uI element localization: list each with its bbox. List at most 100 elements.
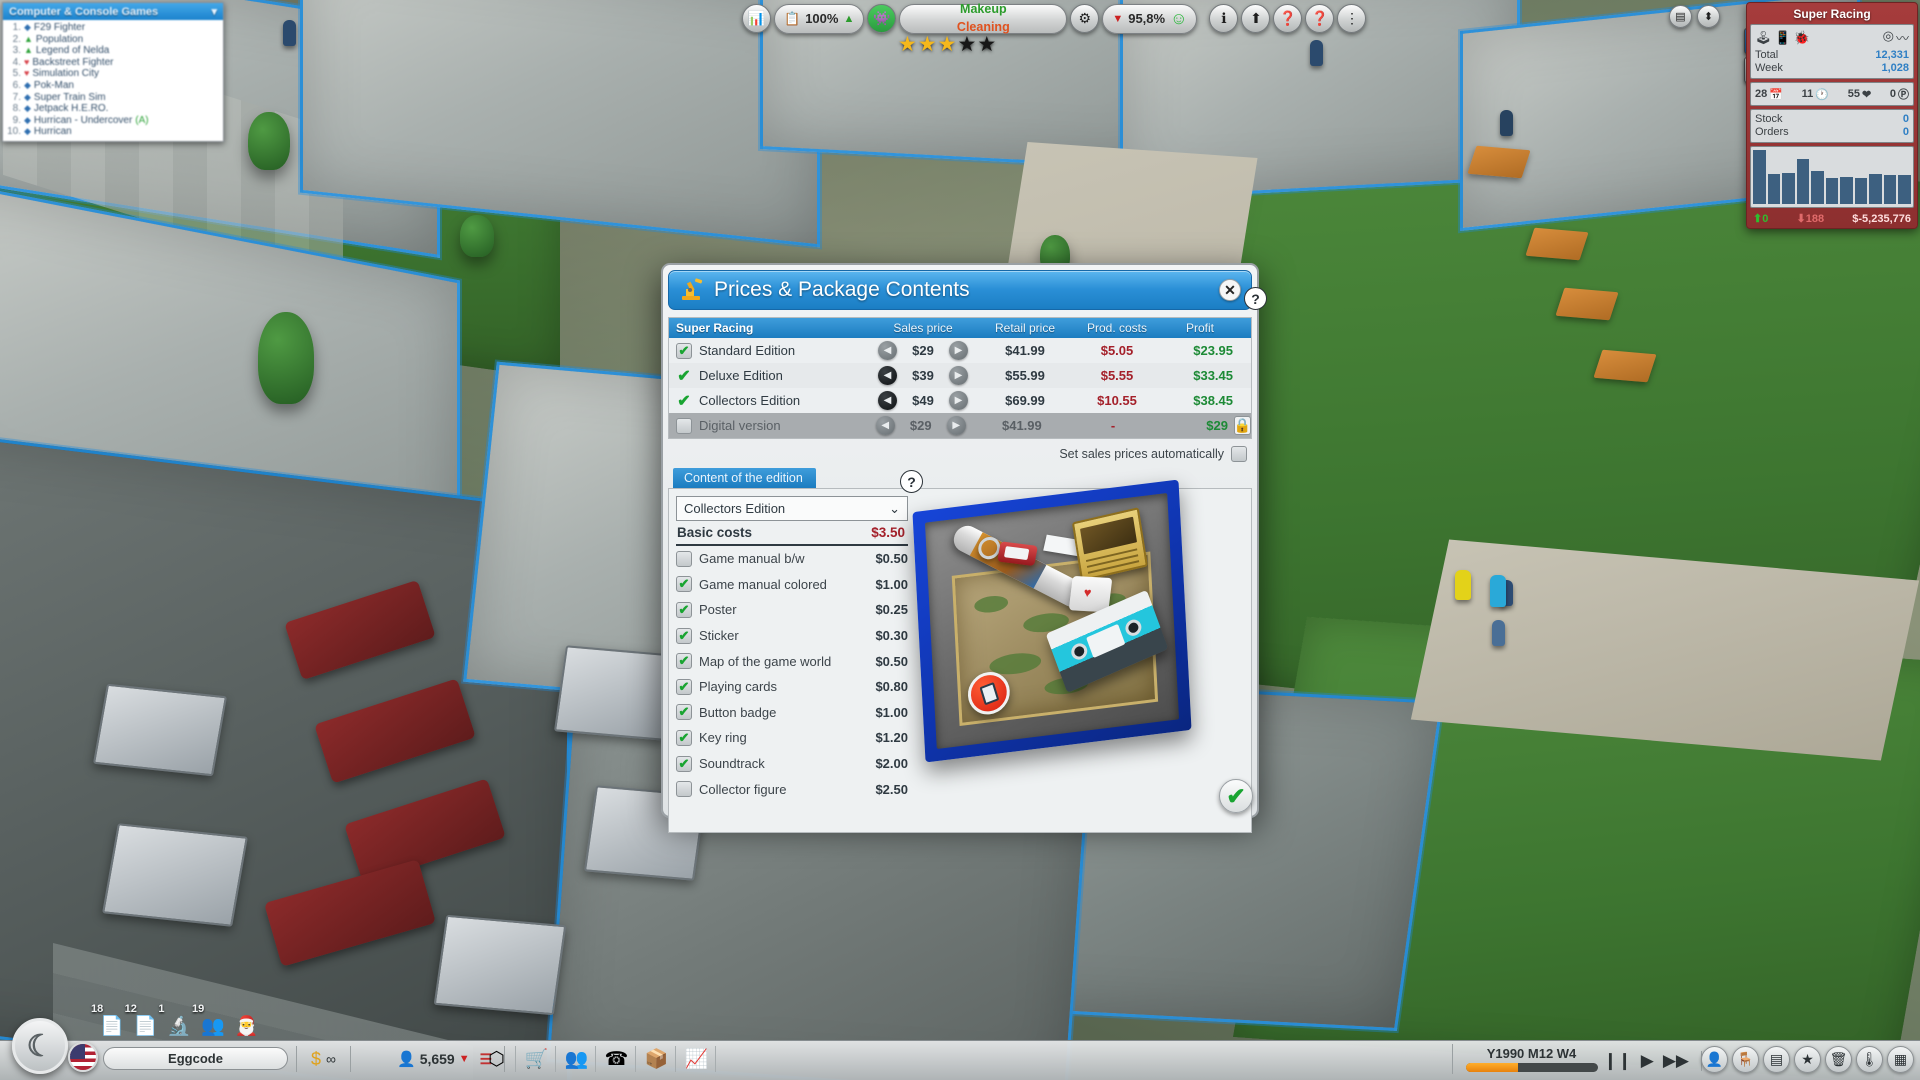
game-list-panel[interactable]: Computer & Console Games ▾ 1. ◆ F29 Figh… [2,2,224,142]
help-person-icon[interactable]: ❓ [1305,4,1335,33]
mini-status-icons[interactable]: 18 📄 12 📄 1 🔬 19 👥 🎅 [91,1003,259,1038]
bar-chart-icon[interactable]: 📊 [742,4,771,33]
list-item[interactable]: 6. ◆ Pok-Man [6,80,220,92]
list-item[interactable]: 4. ♥ Backstreet Fighter [6,57,220,69]
santa-icon[interactable]: 🎅 [235,1014,259,1038]
build-icon-group[interactable]: 👤 🪑 ▤ ★ 🗑 🌡 ▦ [1701,1046,1914,1073]
chair-icon[interactable]: 🪑 [1732,1046,1759,1073]
staff-person[interactable] [1490,575,1506,607]
us-flag-icon[interactable] [68,1042,98,1072]
item-checkbox[interactable]: ✔ [676,678,692,695]
help-box-icon[interactable]: ❓ [1273,4,1303,33]
item-checkbox[interactable]: ✔ [676,729,692,746]
person-icon[interactable]: 👤 [1701,1046,1728,1073]
top-hud[interactable]: 📊 📋 100% ▲ 👾 Makeup Cleaning ⚙ ▼ 95,8% ☺… [742,2,1367,35]
item-checkbox[interactable]: ✔ [676,601,692,618]
staff-person[interactable] [1500,110,1513,136]
upload-icon[interactable]: ⬆ [1241,4,1271,33]
wall-icon[interactable]: ▦ [1887,1046,1914,1073]
list-item[interactable]: ✔ Button badge $1.00 [676,700,908,726]
list-item[interactable]: 1. ◆ F29 Fighter [6,22,220,34]
more-menu-icon[interactable]: ⋮ [1337,4,1367,33]
list-item[interactable]: ✔ Playing cards $0.80 [676,674,908,700]
chart-icon[interactable]: 📈 [678,1046,716,1072]
cart-icon[interactable]: 🛒 [518,1046,556,1072]
staff-person[interactable] [1492,620,1505,646]
list-item[interactable]: 3. ▲ Legend of Nelda [6,45,220,57]
edition-select[interactable]: Collectors Edition ⌄ [676,496,908,521]
trash-icon[interactable]: 🗑 [1825,1046,1852,1073]
decrease-price-button[interactable]: ◀ [875,416,895,435]
decrease-price-button[interactable]: ◀ [878,391,897,410]
cube-icon[interactable]: ⬡ [478,1046,516,1072]
document-check-icon[interactable]: 18 📄 [91,1003,124,1038]
people-icon[interactable]: 👥 [558,1046,596,1072]
item-checkbox[interactable]: ✔ [676,653,692,670]
staff-person[interactable] [1310,40,1323,66]
price-help-icon[interactable]: ? [1244,287,1267,310]
item-checkbox[interactable]: ✔ [676,627,692,644]
game-info-panel[interactable]: Super Racing 🕹 📱 🐞 ◎ 〰 Total 12,331 Week… [1746,2,1918,229]
confirm-button[interactable]: ✔ [1219,779,1253,813]
table-row[interactable]: ✔ Digital version ◀ $29 ▶ $41.99 - $29 🔒 [669,413,1251,438]
list-item[interactable]: ✔ Soundtrack $2.00 [676,751,908,777]
increase-price-button[interactable]: ▶ [949,391,968,410]
prices-package-dialog[interactable]: Prices & Package Contents ✕ Super Racing… [661,263,1267,833]
minimize-icon[interactable]: ▤ [1669,5,1692,28]
people-icon[interactable]: 19 👥 [192,1003,225,1038]
item-checkbox[interactable]: ✔ [676,576,692,593]
fast-forward-icon[interactable]: ▶▶ [1663,1051,1689,1071]
increase-price-button[interactable]: ▶ [949,366,968,385]
list-item[interactable]: ✔ Collector figure $2.50 [676,776,908,802]
item-checkbox[interactable]: ✔ [676,550,692,567]
decrease-price-button[interactable]: ◀ [878,341,897,360]
edition-item-list[interactable]: Collectors Edition ⌄ Basic costs $3.50 ✔… [676,496,908,825]
game-list-items[interactable]: 1. ◆ F29 Fighter 2. ▲ Population 3. ▲ Le… [3,20,223,140]
list-item[interactable]: ✔ Sticker $0.30 [676,623,908,649]
item-checkbox[interactable]: ✔ [676,781,692,798]
play-icon[interactable]: ▶ [1641,1051,1654,1071]
company-name-field[interactable]: Eggcode [103,1047,288,1070]
eggcode-logo-icon[interactable]: ☾ [12,1018,68,1074]
research-icon[interactable]: 1 🔬 [158,1003,191,1038]
quality-indicator[interactable]: 📋 100% ▲ [774,3,865,34]
list-item[interactable]: 8. ◆ Jetpack H.E.RO. [6,103,220,115]
box-upload-icon[interactable]: 📦 [638,1046,676,1072]
lock-icon[interactable]: 🔒 [1234,416,1251,435]
list-item[interactable]: 9. ◆ Hurrican - Undercover (A) [6,115,220,127]
window-icon[interactable]: ▤ [1763,1046,1790,1073]
table-row[interactable]: ✔ Collectors Edition ◀ $49 ▶ $69.99 $10.5… [669,388,1251,413]
list-item[interactable]: ✔ Game manual b/w $0.50 [676,546,908,572]
speed-controls[interactable]: ❙❙ ▶ ▶▶ [1603,1051,1702,1071]
edition-tab[interactable]: Content of the edition [673,468,816,488]
edition-help-icon[interactable]: ? [900,470,923,493]
table-row[interactable]: ✔ Deluxe Edition ◀ $39 ▶ $55.99 $5.55 $33… [669,363,1251,388]
edition-checkbox[interactable]: ✔ [676,393,692,410]
pause-icon[interactable]: ❙❙ [1603,1051,1632,1071]
satisfaction-indicator[interactable]: ▼ 95,8% ☺ [1102,3,1198,34]
game-list-header[interactable]: Computer & Console Games ▾ [3,3,223,20]
list-item[interactable]: ✔ Game manual colored $1.00 [676,572,908,598]
staff-person[interactable] [1455,570,1471,600]
item-checkbox[interactable]: ✔ [676,755,692,772]
tool-icon-group[interactable]: ⬡ 🛒 👥 ☎ 📦 📈 [478,1046,716,1072]
list-item[interactable]: 5. ♥ Simulation City [6,68,220,80]
increase-price-button[interactable]: ▶ [946,416,966,435]
edition-section[interactable]: Content of the edition Collectors Editio… [668,468,1252,833]
document-gear-icon[interactable]: 12 📄 [125,1003,158,1038]
list-item[interactable]: ✔ Poster $0.25 [676,597,908,623]
ghost-mascot-icon[interactable]: 👾 [867,4,897,33]
edition-checkbox[interactable]: ✔ [676,368,692,385]
window-controls[interactable]: ▤ ⬍ [1669,5,1720,28]
package-items[interactable]: ✔ Game manual b/w $0.50 ✔ Game manual co… [676,546,908,802]
thermometer-icon[interactable]: 🌡 [1856,1046,1883,1073]
price-table[interactable]: Super Racing Sales price Retail price Pr… [668,287,1267,439]
staff-person[interactable] [283,20,296,46]
auto-price-row[interactable]: Set sales prices automatically ✔ [668,439,1252,466]
star-icon[interactable]: ★ [1794,1046,1821,1073]
auto-price-checkbox[interactable]: ✔ [1231,446,1247,462]
edition-checkbox[interactable]: ✔ [676,417,692,434]
list-item[interactable]: ✔ Key ring $1.20 [676,725,908,751]
table-row[interactable]: ✔ Standard Edition ◀ $29 ▶ $41.99 $5.05 $… [669,338,1251,363]
decrease-price-button[interactable]: ◀ [878,366,897,385]
